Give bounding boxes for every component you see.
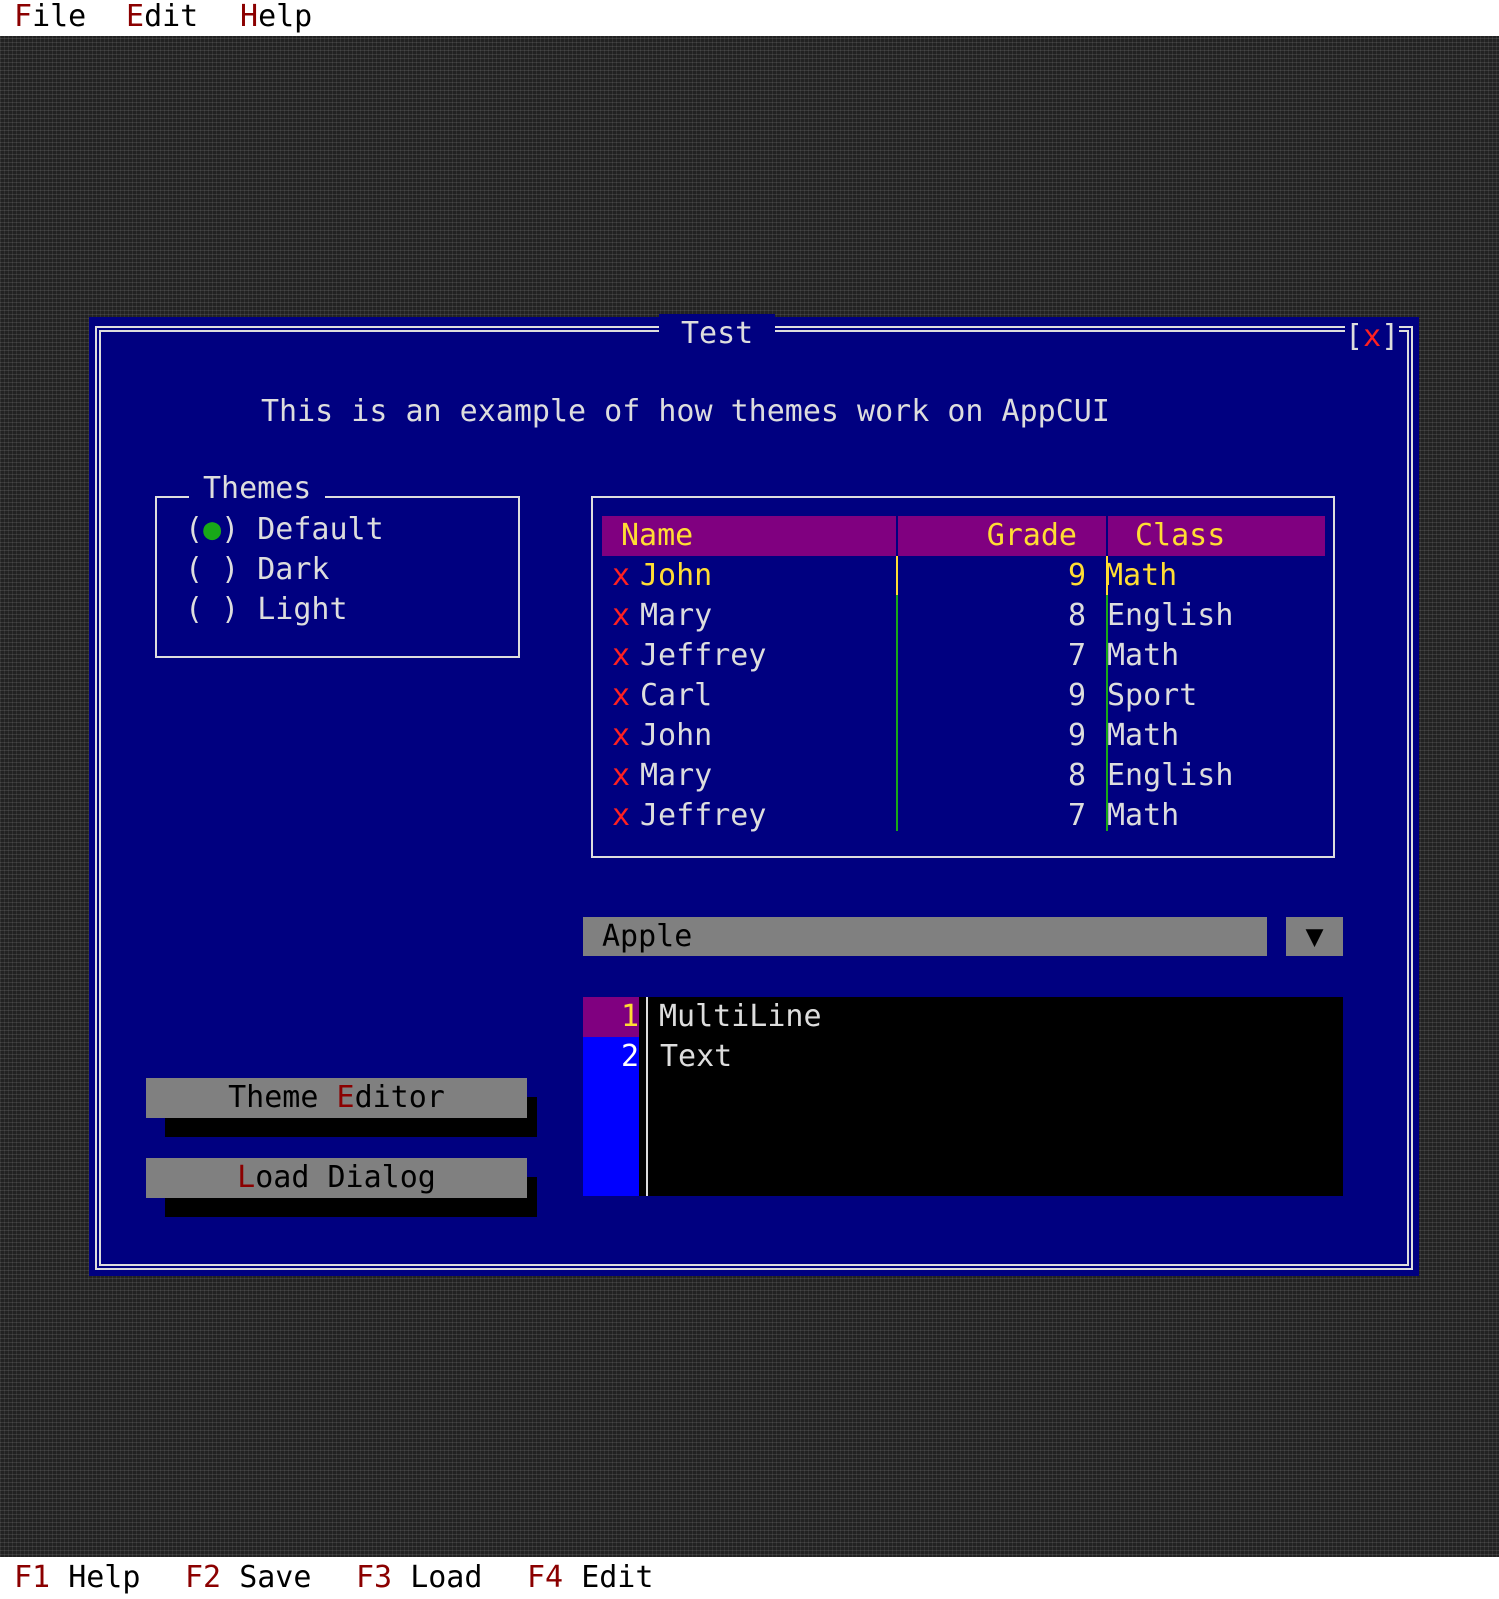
menu-bar: File Edit Help — [0, 0, 1499, 36]
row-marker-icon: x — [612, 638, 631, 673]
radio-default[interactable]: (●) Default — [185, 510, 384, 550]
table-row[interactable]: x John 9 Math — [602, 716, 1325, 756]
load-dialog-button[interactable]: Load Dialog — [146, 1158, 527, 1198]
line-number: 1 — [620, 999, 639, 1034]
radio-selected-dot-icon: ● — [203, 512, 222, 547]
themes-group-title: Themes — [189, 469, 326, 509]
row-marker-icon: x — [612, 758, 631, 793]
gutter-separator — [646, 997, 648, 1196]
line-number: 2 — [620, 1039, 639, 1074]
table-row[interactable]: x Mary 8 English — [602, 596, 1325, 636]
table-row[interactable]: x Carl 9 Sport — [602, 676, 1325, 716]
row-marker-icon: x — [612, 718, 631, 753]
close-button[interactable]: [x] — [1345, 317, 1400, 357]
close-icon: x — [1363, 319, 1382, 354]
command-bar: F1 Help F2 Save F3 Load F4 Edit — [0, 1557, 1499, 1599]
load-dialog-button-label: Load Dialog — [237, 1160, 436, 1195]
table-row[interactable]: x John 9 Math — [602, 556, 1325, 596]
theme-editor-button-label: Theme Editor — [228, 1080, 445, 1115]
row-marker-icon: x — [612, 598, 631, 633]
text-line[interactable]: MultiLine — [659, 997, 822, 1037]
radio-light-label: Light — [257, 592, 348, 627]
row-marker-icon: x — [612, 558, 631, 593]
command-f2-save[interactable]: F2 Save — [185, 1557, 311, 1599]
window-title: Test — [659, 314, 776, 354]
table-row[interactable]: x Jeffrey 7 Math — [602, 796, 1325, 836]
table-row[interactable]: x Jeffrey 7 Math — [602, 636, 1325, 676]
theme-editor-button[interactable]: Theme Editor — [146, 1078, 527, 1118]
table-row[interactable]: x Mary 8 English — [602, 756, 1325, 796]
row-marker-icon: x — [612, 798, 631, 833]
fruit-combobox[interactable]: Apple — [583, 917, 1267, 956]
radio-light[interactable]: ( ) Light — [185, 590, 348, 630]
radio-dark-label: Dark — [257, 552, 330, 587]
radio-default-label: Default — [257, 512, 384, 547]
combobox-dropdown-button[interactable]: ▼ — [1286, 917, 1343, 956]
row-marker-icon: x — [612, 678, 631, 713]
column-header-grade[interactable]: Grade — [897, 516, 1077, 556]
menu-edit[interactable]: Edit — [126, 0, 198, 37]
radio-dark[interactable]: ( ) Dark — [185, 550, 330, 590]
menu-file[interactable]: File — [14, 0, 86, 37]
column-header-class[interactable]: Class — [1135, 516, 1225, 556]
column-header-name[interactable]: Name — [621, 516, 693, 556]
combobox-value: Apple — [602, 919, 693, 954]
text-line[interactable]: Text — [660, 1037, 732, 1077]
command-f3-load[interactable]: F3 Load — [356, 1557, 482, 1599]
test-window: Test [x] This is an example of how theme… — [89, 314, 1419, 1276]
command-f4-edit[interactable]: F4 Edit — [527, 1557, 653, 1599]
description-label: This is an example of how themes work on… — [261, 394, 1110, 429]
command-f1-help[interactable]: F1 Help — [14, 1557, 140, 1599]
menu-help[interactable]: Help — [240, 0, 312, 37]
chevron-down-icon: ▼ — [1305, 919, 1324, 954]
